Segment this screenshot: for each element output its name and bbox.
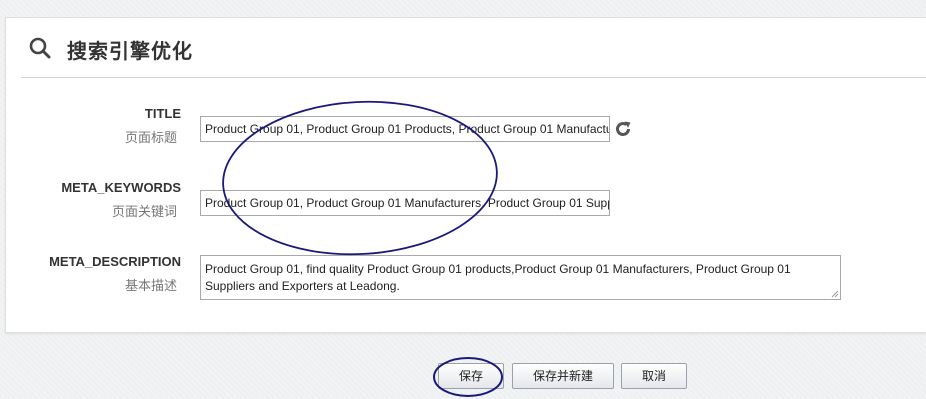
keywords-input[interactable]: Product Group 01, Product Group 01 Manuf… xyxy=(200,190,610,216)
description-label-cn: 基本描述 xyxy=(124,279,177,294)
description-label: META_DESCRIPTION xyxy=(49,254,181,269)
keywords-label-cn: 页面关键词 xyxy=(111,205,177,220)
title-label: TITLE xyxy=(144,106,181,121)
resize-grip-icon[interactable] xyxy=(831,290,839,298)
title-input[interactable]: Product Group 01, Product Group 01 Produ… xyxy=(200,116,610,142)
search-icon xyxy=(29,37,51,59)
seo-panel: 搜索引擎优化 TITLE 页面标题 Product Group 01, Prod… xyxy=(5,17,926,333)
keywords-label: META_KEYWORDS xyxy=(61,180,181,195)
description-text: Product Group 01, find quality Product G… xyxy=(205,262,791,293)
refresh-icon[interactable] xyxy=(614,120,632,138)
page-title: 搜索引擎优化 xyxy=(67,39,193,63)
cancel-button[interactable]: 取消 xyxy=(621,363,687,389)
description-textarea[interactable]: Product Group 01, find quality Product G… xyxy=(200,255,841,300)
title-label-cn: 页面标题 xyxy=(124,131,177,146)
save-button[interactable]: 保存 xyxy=(438,363,504,389)
panel-header: 搜索引擎优化 xyxy=(21,18,926,78)
save-and-new-button[interactable]: 保存并新建 xyxy=(512,363,614,389)
